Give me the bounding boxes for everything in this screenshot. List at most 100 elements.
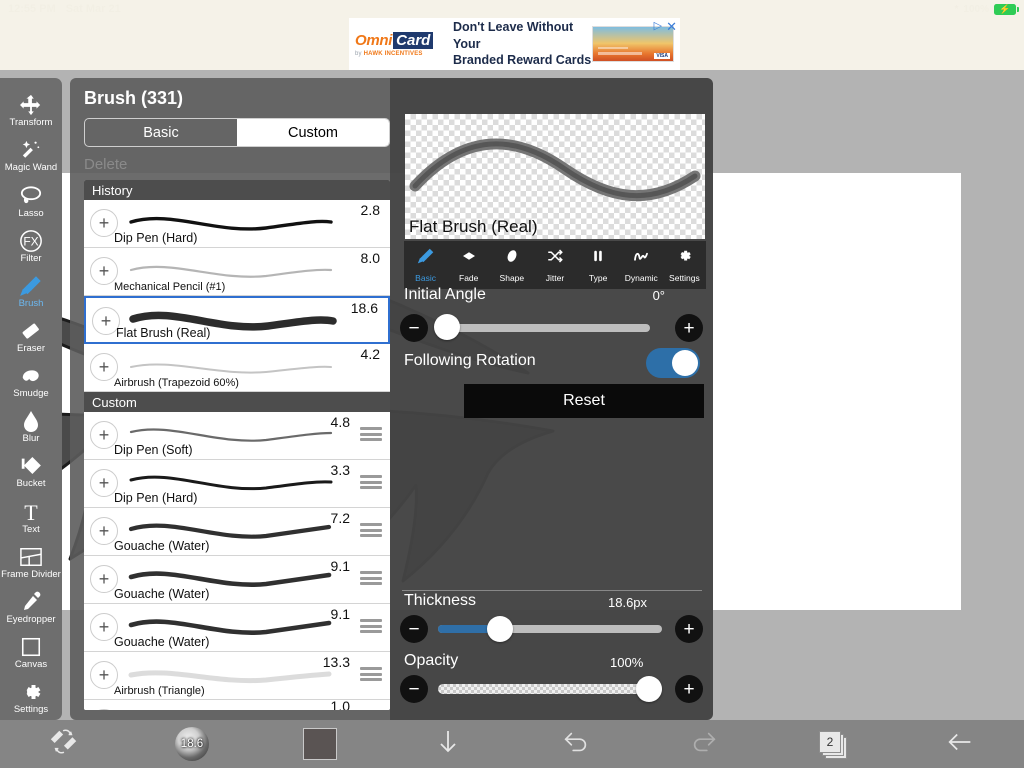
brush-list-item-partial[interactable]: + 1.0 <box>84 700 390 710</box>
tool-magic-wand[interactable]: Magic Wand <box>0 133 62 178</box>
eraser-icon <box>19 319 43 343</box>
tab-basic[interactable]: Basic <box>85 119 237 146</box>
tool-text[interactable]: T Text <box>0 494 62 539</box>
tool-transform[interactable]: Transform <box>0 88 62 133</box>
tool-frame-divider[interactable]: Frame Divider <box>0 539 62 584</box>
brush-list[interactable]: History + 2.8 Dip Pen (Hard) + 8.0 Mecha… <box>84 180 390 710</box>
brush-mode-segmented-control: Basic Custom <box>84 118 390 147</box>
initial-angle-slider-knob[interactable] <box>434 314 460 340</box>
brush-size-value: 4.8 <box>330 414 350 430</box>
redo-button[interactable] <box>640 729 768 760</box>
brush-list-item[interactable]: + 4.2 Airbrush (Trapezoid 60%) <box>84 344 390 392</box>
tool-blur[interactable]: Blur <box>0 404 62 449</box>
tab-fade[interactable]: Fade <box>447 247 490 283</box>
tab-jitter[interactable]: Jitter <box>533 247 576 283</box>
thickness-slider-knob[interactable] <box>487 616 513 642</box>
drag-handle-icon[interactable] <box>360 427 382 441</box>
download-button[interactable] <box>384 727 512 762</box>
undo-button[interactable] <box>512 729 640 760</box>
tab-basic[interactable]: Basic <box>404 247 447 283</box>
brush-list-item[interactable]: + 9.1 Gouache (Water) <box>84 604 390 652</box>
smudge-icon <box>19 364 43 388</box>
bottom-toolbar: 18.6 2 <box>0 720 1024 768</box>
tool-brush[interactable]: Brush <box>0 269 62 314</box>
brush-name: Dip Pen (Hard) <box>114 231 198 245</box>
panel-title: Brush (331) <box>84 88 184 108</box>
tool-filter[interactable]: FX Filter <box>0 223 62 268</box>
brush-list-item[interactable]: + 4.8 Dip Pen (Soft) <box>84 412 390 460</box>
tool-eyedropper[interactable]: Eyedropper <box>0 585 62 630</box>
brush-stroke-preview <box>130 363 332 374</box>
following-rotation-toggle[interactable] <box>646 348 700 378</box>
tool-eraser[interactable]: Eraser <box>0 314 62 359</box>
back-button[interactable] <box>896 728 1024 761</box>
settings-tab-bar: Basic Fade Shape Jitter Type Dynamic Set… <box>404 241 706 289</box>
tab-type[interactable]: Type <box>577 247 620 283</box>
ad-byline: by HAWK INCENTIVES <box>355 51 445 57</box>
brush-stroke-preview <box>129 265 333 278</box>
color-swatch-button[interactable] <box>256 728 384 760</box>
brush-eraser-swap-button[interactable] <box>0 727 128 762</box>
tool-smudge[interactable]: Smudge <box>0 359 62 404</box>
tool-label: Magic Wand <box>4 162 58 174</box>
brush-size-value: 4.2 <box>360 346 380 362</box>
opacity-decrease-button[interactable]: − <box>400 675 428 703</box>
app-root: Transform Magic Wand Lasso FX Filter Bru… <box>0 0 1024 768</box>
close-icon[interactable]: ✕ <box>666 20 677 33</box>
status-time: 12:55 PM <box>8 3 56 15</box>
brush-list-item[interactable]: + 3.3 Dip Pen (Hard) <box>84 460 390 508</box>
initial-angle-decrease-button[interactable]: − <box>400 314 428 342</box>
undo-icon <box>561 729 591 760</box>
drag-handle-icon[interactable] <box>360 523 382 537</box>
brush-size-value: 8.0 <box>360 250 380 266</box>
status-bar: 12:55 PM Sat Mar 21 * 100% ⚡ <box>0 0 1024 18</box>
tool-bucket[interactable]: Bucket <box>0 449 62 494</box>
reset-button[interactable]: Reset <box>464 384 704 418</box>
delete-button[interactable]: Delete <box>84 156 127 173</box>
tool-label: Bucket <box>16 478 46 490</box>
ellipse-icon <box>503 247 521 270</box>
brush-list-item[interactable]: + 13.3 Airbrush (Triangle) <box>84 652 390 700</box>
opacity-slider-knob[interactable] <box>636 676 662 702</box>
paint-bucket-icon <box>19 454 43 478</box>
layers-button[interactable]: 2 <box>768 729 896 759</box>
tab-shape[interactable]: Shape <box>490 247 533 283</box>
adchoices-icon[interactable]: ▷ <box>654 21 662 32</box>
brush-list-item[interactable]: + 7.2 Gouache (Water) <box>84 508 390 556</box>
thickness-decrease-button[interactable]: − <box>400 615 428 643</box>
tool-lasso[interactable]: Lasso <box>0 178 62 223</box>
brush-list-item[interactable]: + 9.1 Gouache (Water) <box>84 556 390 604</box>
bars-icon <box>589 247 607 270</box>
brush-size-button[interactable]: 18.6 <box>128 727 256 761</box>
brush-list-item[interactable]: + 2.8 Dip Pen (Hard) <box>84 200 390 248</box>
ad-banner[interactable]: Omni Card by HAWK INCENTIVES Don't Leave… <box>349 18 680 70</box>
thickness-increase-button[interactable]: + <box>675 615 703 643</box>
tool-canvas[interactable]: Canvas <box>0 630 62 675</box>
drag-handle-icon[interactable] <box>360 475 382 489</box>
drag-handle-icon[interactable] <box>360 619 382 633</box>
initial-angle-slider-track[interactable] <box>438 324 650 332</box>
tool-label: Transform <box>9 117 53 129</box>
drag-handle-icon[interactable] <box>360 667 382 681</box>
brush-list-item-selected[interactable]: + 18.6 Flat Brush (Real) <box>84 296 390 344</box>
brush-name: Airbrush (Trapezoid 60%) <box>114 377 239 389</box>
brush-list-item[interactable]: + 8.0 Mechanical Pencil (#1) <box>84 248 390 296</box>
brush-size-value: 13.3 <box>322 654 350 670</box>
add-brush-button[interactable]: + <box>90 709 118 710</box>
tab-custom[interactable]: Custom <box>237 119 389 146</box>
tab-dynamic[interactable]: Dynamic <box>620 247 663 283</box>
tool-settings[interactable]: Settings <box>0 675 62 720</box>
initial-angle-increase-button[interactable]: + <box>675 314 703 342</box>
tool-label: Lasso <box>18 207 44 219</box>
svg-text:T: T <box>24 500 38 524</box>
drag-handle-icon[interactable] <box>360 571 382 585</box>
section-header-history: History <box>84 180 390 200</box>
brush-name: Flat Brush (Real) <box>116 326 211 340</box>
bluetooth-icon: * <box>954 3 959 15</box>
tool-label: Eraser <box>17 343 45 355</box>
opacity-slider-track[interactable] <box>438 684 662 694</box>
thickness-slider-track[interactable] <box>438 625 662 633</box>
tab-settings[interactable]: Settings <box>663 247 706 283</box>
battery-charging-icon: ⚡ <box>994 3 1019 15</box>
opacity-increase-button[interactable]: + <box>675 675 703 703</box>
